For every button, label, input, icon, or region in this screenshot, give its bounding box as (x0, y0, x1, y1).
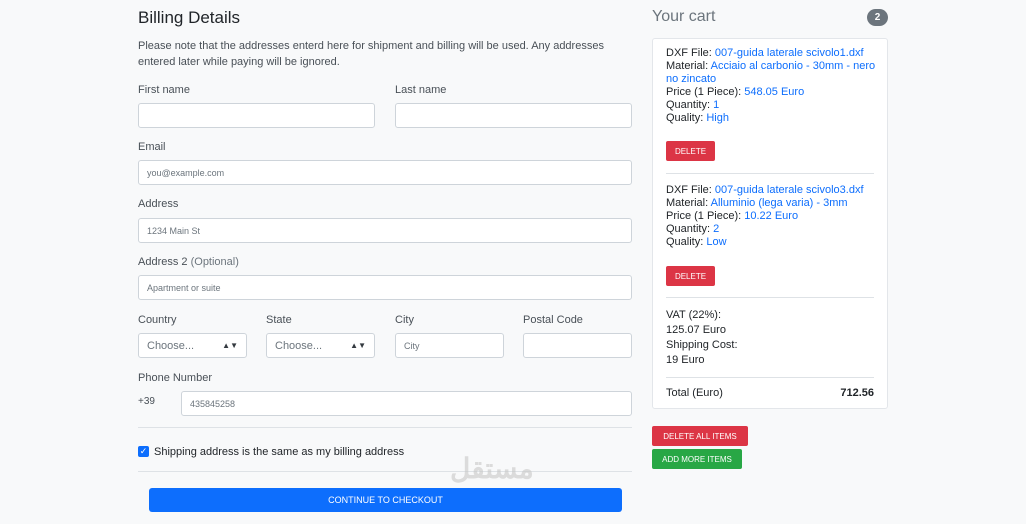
item-quantity-label: Quantity: (666, 99, 711, 111)
email-label: Email (138, 141, 166, 153)
item-quality: Quality: Low (666, 236, 876, 249)
vat-label: VAT (22%): (666, 309, 722, 321)
add-more-items-button[interactable]: ADD MORE ITEMS (652, 449, 742, 469)
item-price-label: Price (1 Piece): (666, 210, 742, 222)
address2-placeholder: Apartment or suite (147, 282, 221, 293)
address-label: Address (138, 198, 179, 210)
item-material-label: Material: (666, 197, 709, 209)
billing-details-title: Billing Details (138, 8, 241, 27)
divider (138, 427, 632, 428)
item-file: DXF File: 007-guida laterale scivolo1.dx… (666, 47, 876, 60)
item-quantity: Quantity: 2 (666, 223, 876, 236)
postal-code-label: Postal Code (523, 314, 583, 326)
state-select[interactable]: Choose... ▲▼ (266, 333, 375, 358)
phone-input[interactable]: 435845258 (181, 391, 632, 416)
divider (666, 173, 874, 174)
same-address-checkbox[interactable]: ✓ (138, 446, 149, 457)
city-input[interactable]: City (395, 333, 504, 358)
item-price-value: 548.05 Euro (744, 86, 805, 98)
item-quality-label: Quality: (666, 236, 704, 248)
address2-label: Address 2 (Optional) (138, 256, 239, 268)
cart-item: DXF File: 007-guida laterale scivolo1.dx… (666, 47, 876, 125)
item-quantity-label: Quantity: (666, 223, 711, 235)
address-input[interactable]: 1234 Main St (138, 218, 632, 243)
last-name-input[interactable] (395, 103, 632, 128)
vat-value: 125.07 Euro (666, 324, 726, 336)
total-value: 712.56 (840, 387, 874, 399)
item-quality: Quality: High (666, 112, 876, 125)
state-label: State (266, 314, 292, 326)
phone-value: 435845258 (190, 398, 236, 409)
item-quantity-value: 2 (713, 223, 720, 235)
cart-title: Your cart (652, 8, 716, 25)
cart-summary: VAT (22%): 125.07 Euro Shipping Cost: 19… (666, 309, 786, 367)
item-price: Price (1 Piece): 10.22 Euro (666, 210, 876, 223)
first-name-label: First name (138, 84, 190, 96)
last-name-label: Last name (395, 84, 447, 96)
divider (666, 377, 874, 378)
shipping-label: Shipping Cost: (666, 339, 738, 351)
phone-prefix: +39 (138, 396, 155, 407)
item-price: Price (1 Piece): 548.05 Euro (666, 86, 876, 99)
address2-optional: (Optional) (190, 256, 239, 268)
item-quantity: Quantity: 1 (666, 99, 876, 112)
continue-to-checkout-button[interactable]: CONTINUE TO CHECKOUT (149, 488, 622, 512)
email-placeholder: you@example.com (147, 167, 225, 178)
item-material-label: Material: (666, 60, 709, 72)
item-file-label: DXF File: (666, 184, 712, 196)
item-material: Material: Alluminio (lega varia) - 3mm (666, 197, 876, 210)
state-value: Choose... (275, 339, 323, 352)
address2-label-text: Address 2 (138, 256, 188, 268)
item-file: DXF File: 007-guida laterale scivolo3.dx… (666, 184, 876, 197)
total-label: Total (Euro) (666, 387, 723, 399)
divider (666, 297, 874, 298)
country-label: Country (138, 314, 177, 326)
select-arrows-icon: ▲▼ (350, 341, 366, 350)
email-field[interactable]: you@example.com (138, 160, 632, 185)
first-name-input[interactable] (138, 103, 375, 128)
phone-label: Phone Number (138, 372, 212, 384)
item-quality-value: High (706, 112, 729, 124)
item-quality-value: Low (706, 236, 727, 248)
divider (138, 471, 632, 472)
item-material: Material: Acciaio al carbonio - 30mm - n… (666, 60, 876, 86)
delete-all-items-button[interactable]: DELETE ALL ITEMS (652, 426, 748, 446)
address2-input[interactable]: Apartment or suite (138, 275, 632, 300)
item-material-value: Alluminio (lega varia) - 3mm (710, 197, 848, 209)
country-select[interactable]: Choose... ▲▼ (138, 333, 247, 358)
shipping-value: 19 Euro (666, 354, 705, 366)
cart-item: DXF File: 007-guida laterale scivolo3.dx… (666, 184, 876, 249)
item-price-value: 10.22 Euro (744, 210, 799, 222)
select-arrows-icon: ▲▼ (222, 341, 238, 350)
item-file-label: DXF File: (666, 47, 712, 59)
billing-note: Please note that the addresses enterd he… (138, 40, 604, 68)
item-price-label: Price (1 Piece): (666, 86, 742, 98)
check-icon: ✓ (139, 446, 148, 456)
delete-item-button[interactable]: DELETE (666, 266, 715, 286)
item-quantity-value: 1 (713, 99, 720, 111)
same-address-label: Shipping address is the same as my billi… (154, 446, 405, 458)
delete-item-button[interactable]: DELETE (666, 141, 715, 161)
city-label: City (395, 314, 414, 326)
postal-code-input[interactable] (523, 333, 632, 358)
watermark-logo: مستقل (450, 453, 534, 484)
item-quality-label: Quality: (666, 112, 704, 124)
country-value: Choose... (147, 339, 195, 352)
item-file-value: 007-guida laterale scivolo1.dxf (714, 47, 864, 59)
item-file-value: 007-guida laterale scivolo3.dxf (714, 184, 864, 196)
cart-count-badge: 2 (867, 9, 888, 26)
city-placeholder: City (404, 340, 420, 351)
address-placeholder: 1234 Main St (147, 225, 201, 236)
